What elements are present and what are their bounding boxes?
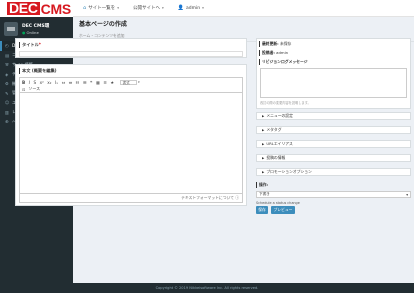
editor-statusbar: テキストフォーマットについて ⓘ [20,193,242,202]
blockquote-button[interactable]: ❝ [90,80,92,85]
format-select[interactable]: 書式 [119,79,137,85]
section-authoring-info[interactable]: ▶ 投稿の情報 [256,154,411,162]
title-label: タイトル* [19,42,243,48]
numbered-list-button[interactable]: ☰ [83,80,87,85]
avatar [4,22,18,36]
strike-button[interactable]: S [33,80,36,85]
bold-button[interactable]: B [22,80,25,85]
body-panel: 本文 (概要を編集) B I S x² x₂ Iₓ ⇔ ⇎ ☷ ☰ ❝ ▦ ≡ … [15,64,247,206]
revision-help: 改訂の際の変更内容を説明します。 [260,101,311,105]
section-promotion[interactable]: ▶ プロモーションオプション [256,168,411,176]
author: 投稿者: admin [257,48,410,57]
site-icon: ⚒ [5,62,9,68]
revision-textarea[interactable] [260,68,407,98]
text-format-link[interactable]: テキストフォーマットについて ⓘ [181,195,239,201]
save-button[interactable]: 保存 [256,206,268,214]
chevron-down-icon: ▾ [202,6,204,10]
status-select[interactable]: 下書き ▾ [256,191,411,198]
nav-public-site[interactable]: 公開サイトへ ▾ [133,5,164,11]
top-navbar: ⌂ サイト一覧を ▾ 公開サイトへ ▾ 👤 admin ▾ [73,0,414,17]
last-saved: 最終更新: 未保存 [257,39,410,48]
nav-user-menu[interactable]: 👤 admin ▾ [178,5,204,11]
unlink-button[interactable]: ⇎ [69,80,73,85]
subscript-button[interactable]: x₂ [47,80,51,85]
source-button[interactable]: ソース [28,86,40,92]
chevron-down-icon: ▾ [406,192,408,197]
editor-toolbar: B I S x² x₂ Iₓ ⇔ ⇎ ☷ ☰ ❝ ▦ ≡ ★ 書式 ▾ [20,78,242,86]
chevron-down-icon: ▾ [117,6,119,10]
triangle-right-icon: ▶ [262,142,265,146]
admin-icon: ✎ [5,90,9,96]
status-label: 操作: [256,182,411,188]
home-icon: ⌂ [83,5,87,11]
user-icon: 👤 [177,5,184,11]
triangle-right-icon: ▶ [262,128,265,132]
section-metatag[interactable]: ▶ メタタグ [256,126,411,134]
meta-panel: 最終更新: 未保存 投稿者: admin リビジョンログメッセージ 改訂の際の変… [256,38,411,109]
nav-public-site-label: 公開サイトへ [132,6,160,11]
chevron-down-icon: ▾ [161,6,164,10]
editor-area[interactable] [20,93,242,188]
title-input[interactable] [19,51,243,57]
section-url-alias[interactable]: ▶ URLエイリアス [256,140,411,148]
schedule-link[interactable]: Schedule a status change [256,201,411,205]
rich-text-editor: B I S x² x₂ Iₓ ⇔ ⇎ ☷ ☰ ❝ ▦ ≡ ★ 書式 ▾ ⊡ ソー… [19,77,243,203]
logo[interactable]: DEC CMS [0,0,73,17]
triangle-right-icon: ▶ [262,156,265,160]
page-title: 基本ページの作成 [79,21,127,28]
image-button[interactable]: ⊡ [22,87,25,92]
link-button[interactable]: ⇔ [62,80,66,85]
users-icon: ☺ [5,100,10,106]
section-menu-settings[interactable]: ▶ メニューの設定 [256,112,411,120]
dashboard-icon: ◴ [5,43,9,49]
side-panel: 最終更新: 未保存 投稿者: admin リビジョンログメッセージ 改訂の際の変… [256,38,411,214]
preview-button[interactable]: プレビュー [271,206,295,214]
theme-icon: ◈ [5,71,9,77]
help-icon: ⊕ [5,119,9,125]
content-icon: ▤ [5,52,9,58]
top-bar: DEC CMS ⌂ サイト一覧を ▾ 公開サイトへ ▾ 👤 admin ▾ [0,0,414,17]
remove-format-button[interactable]: Iₓ [55,80,58,85]
triangle-right-icon: ▶ [262,170,265,174]
footer: Copyright © 2019 Nikkeisoftware Inc. All… [0,283,414,293]
user-name: DEC CMS環 [22,24,50,29]
report-icon: ▥ [5,109,9,115]
user-status-label: Online [26,30,39,35]
user-status: ● Online [22,30,49,35]
italic-button[interactable]: I [29,80,30,85]
logo-dec: DEC [7,0,40,16]
revision-label: リビジョンログメッセージ [257,57,410,66]
online-dot-icon: ● [22,30,26,35]
hr-button[interactable]: ≡ [103,80,107,85]
body-label: 本文 (概要を編集) [19,68,243,74]
nav-user-label: admin [185,5,201,11]
action-buttons: 保存 プレビュー [256,206,411,214]
nav-site-list-label: サイト一覧を [88,6,116,11]
chevron-down-icon: ▾ [138,80,140,84]
bulleted-list-button[interactable]: ☷ [76,80,80,85]
superscript-button[interactable]: x² [40,80,44,85]
title-panel: タイトル* [15,38,247,58]
triangle-right-icon: ▶ [262,114,265,118]
table-button[interactable]: ▦ [96,80,100,85]
nav-site-list[interactable]: ⌂ サイト一覧を ▾ [83,5,119,11]
special-char-button[interactable]: ★ [110,80,114,85]
settings-icon: ⚙ [5,81,9,87]
main-form: タイトル* 本文 (概要を編集) B I S x² x₂ Iₓ ⇔ ⇎ ☷ ☰ … [15,38,247,206]
editor-toolbar-2: ⊡ ソース [20,86,242,93]
logo-cms: CMS [40,0,72,17]
